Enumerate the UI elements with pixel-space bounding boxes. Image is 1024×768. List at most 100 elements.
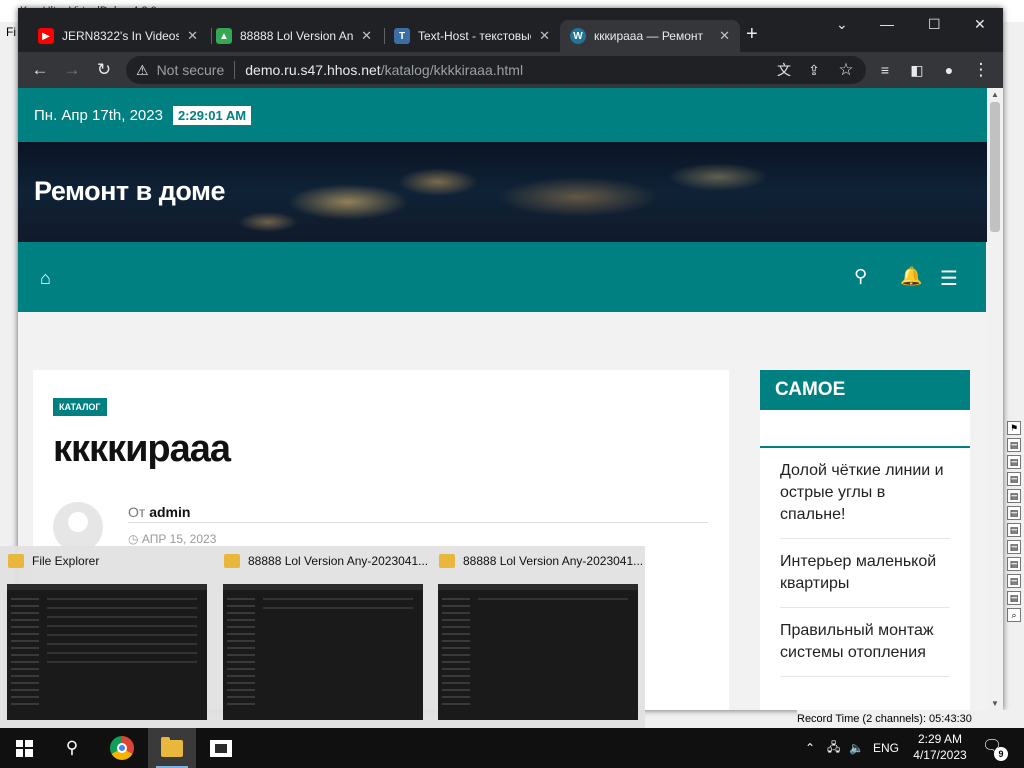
folder-icon — [439, 554, 455, 568]
folder-icon — [161, 736, 183, 757]
tab-strip: ▶ JERN8322's In Videos ✕ ▲ 88888 Lol Ver… — [18, 8, 1003, 52]
post-author: От admin — [128, 504, 190, 520]
new-tab-button[interactable]: + — [746, 24, 758, 44]
file-explorer-taskbar-button[interactable] — [148, 728, 196, 768]
address-divider — [234, 61, 236, 79]
search-icon[interactable]: ⚲ — [854, 266, 867, 287]
tool-icon[interactable]: ▤ — [1007, 540, 1021, 554]
tool-icon[interactable]: ▤ — [1007, 472, 1021, 486]
warning-icon[interactable]: ⚠ — [136, 62, 149, 79]
chevron-up-icon[interactable]: ⌃ — [805, 741, 827, 755]
thumbnail-label: File Explorer — [32, 554, 100, 568]
back-icon[interactable]: ← — [24, 54, 56, 86]
tool-icon[interactable]: ▤ — [1007, 591, 1021, 605]
thumbnail-file-explorer[interactable]: File Explorer — [0, 546, 215, 728]
media-queue-icon[interactable]: ≡ — [869, 54, 901, 86]
virtualdub-taskbar-button[interactable] — [197, 728, 245, 768]
sidebar-post-link[interactable]: Долой чёткие линии и острые углы в спаль… — [780, 448, 950, 539]
tool-icon[interactable]: ▤ — [1007, 557, 1021, 571]
profile-icon[interactable]: ● — [933, 54, 965, 86]
text-host-icon: T — [394, 28, 410, 44]
sidebar-widget: САМОЕ Долой чёткие линии и острые углы в… — [760, 370, 970, 710]
tool-icon[interactable]: ▤ — [1007, 506, 1021, 520]
close-icon[interactable]: ✕ — [539, 28, 550, 44]
current-date: Пн. Апр 17th, 2023 — [34, 106, 163, 124]
category-badge[interactable]: КАТАЛОГ — [53, 398, 107, 416]
volume-icon[interactable]: 🔈 — [849, 741, 873, 755]
chrome-taskbar-button[interactable] — [98, 728, 146, 768]
language-indicator[interactable]: ENG — [873, 741, 903, 755]
browser-toolbar: ← → ↻ ⚠ Not secure demo.ru.s47.hhos.net … — [18, 52, 1003, 88]
sidebar-heading: САМОЕ — [760, 370, 970, 410]
address-bar[interactable]: ⚠ Not secure demo.ru.s47.hhos.net /katal… — [126, 56, 866, 84]
security-label: Not secure — [156, 62, 225, 78]
taskbar-time: 2:29 AM — [917, 732, 963, 746]
close-icon[interactable]: ✕ — [187, 28, 198, 44]
thumbnail-archive-1[interactable]: 88888 Lol Version Any-2023041... — [216, 546, 431, 728]
tab-label: 88888 Lol Version An — [240, 29, 354, 43]
site-title[interactable]: Ремонт в доме — [34, 176, 226, 207]
zip-folder-icon — [224, 554, 240, 568]
film-icon — [210, 739, 232, 757]
author-link[interactable]: admin — [149, 504, 190, 520]
home-icon[interactable]: ⌂ — [40, 268, 51, 289]
thumbnail-label: 88888 Lol Version Any-2023041... — [248, 554, 429, 568]
current-time: 2:29:01 AM — [172, 105, 252, 125]
zoom-icon[interactable]: ⌕ — [1007, 608, 1021, 622]
bell-icon[interactable]: 🔔 — [900, 266, 922, 287]
flag-icon[interactable]: ⚑ — [1007, 421, 1021, 435]
avatar[interactable] — [53, 502, 103, 552]
scroll-down-icon[interactable]: ▼ — [991, 699, 999, 708]
folder-icon — [8, 554, 24, 568]
clock-icon: ◷ — [128, 532, 139, 546]
close-icon[interactable]: ✕ — [719, 28, 730, 44]
taskbar-clock[interactable]: 2:29 AM 4/17/2023 — [900, 731, 980, 763]
toolbar-right-icons: ≡ ◧ ● ⋮ — [869, 54, 997, 86]
site-topbar: Пн. Апр 17th, 2023 2:29:01 AM — [18, 88, 1003, 142]
tab-label: JERN8322's In Videos — [62, 29, 180, 43]
hamburger-menu-icon[interactable]: ☰ — [940, 266, 958, 291]
tab-youtube[interactable]: ▶ JERN8322's In Videos ✕ — [28, 20, 208, 52]
youtube-icon: ▶ — [38, 28, 54, 44]
start-button[interactable] — [0, 728, 48, 768]
tab-text-host[interactable]: T Text-Host - текстовые ✕ — [384, 20, 560, 52]
author-divider — [128, 522, 708, 523]
notification-count-badge: 9 — [994, 747, 1008, 761]
minimize-icon[interactable]: — — [880, 16, 894, 32]
tool-icon[interactable]: ▤ — [1007, 455, 1021, 469]
search-icon[interactable]: ⚲ — [48, 728, 96, 768]
windows-taskbar: ⚲ ⌃ 🖧 🔈 ENG 2:29 AM 4/17/2023 🗨 9 — [0, 728, 1024, 768]
page-scrollbar[interactable]: ▲ ▼ — [987, 88, 1003, 710]
sidebar-post-link[interactable]: Правильный монтаж системы отопления — [780, 608, 950, 677]
close-window-icon[interactable]: ✕ — [974, 16, 986, 33]
thumbnail-archive-2[interactable]: 88888 Lol Version Any-2023041... — [431, 546, 646, 728]
thumbnail-preview — [438, 584, 638, 720]
site-navigation: ⌂ ⚲ 🔔 ☰ — [18, 242, 986, 312]
tool-icon[interactable]: ▤ — [1007, 574, 1021, 588]
translate-icon[interactable]: 文 — [768, 54, 800, 86]
tab-wordpress-active[interactable]: W кккираaa — Ремонт ✕ — [560, 20, 740, 52]
bookmark-star-icon[interactable]: ☆ — [830, 54, 862, 86]
thumbnail-preview — [7, 584, 207, 720]
close-icon[interactable]: ✕ — [361, 28, 372, 44]
chrome-icon — [110, 736, 134, 760]
post-title: ккккираaa — [53, 428, 231, 470]
scroll-up-icon[interactable]: ▲ — [991, 90, 999, 99]
reload-icon[interactable]: ↻ — [88, 54, 120, 86]
google-drive-icon: ▲ — [216, 28, 232, 44]
share-icon[interactable]: ⇪ — [798, 54, 830, 86]
tool-icon[interactable]: ▤ — [1007, 489, 1021, 503]
sidebar-post-link[interactable]: Интерьер маленькой квартиры — [780, 539, 950, 608]
tab-drive[interactable]: ▲ 88888 Lol Version An ✕ — [206, 20, 382, 52]
tab-label: Text-Host - текстовые — [418, 29, 532, 43]
menu-kebab-icon[interactable]: ⋮ — [965, 54, 997, 86]
tool-icon[interactable]: ▤ — [1007, 438, 1021, 452]
taskbar-date: 4/17/2023 — [913, 748, 967, 762]
tab-search-icon[interactable]: ⌄ — [836, 16, 848, 33]
forward-icon[interactable]: → — [56, 54, 88, 86]
scrollbar-thumb[interactable] — [990, 102, 1000, 232]
tool-icon[interactable]: ▤ — [1007, 523, 1021, 537]
maximize-icon[interactable]: ☐ — [928, 16, 941, 33]
side-panel-icon[interactable]: ◧ — [901, 54, 933, 86]
network-icon[interactable]: 🖧 — [827, 738, 849, 759]
